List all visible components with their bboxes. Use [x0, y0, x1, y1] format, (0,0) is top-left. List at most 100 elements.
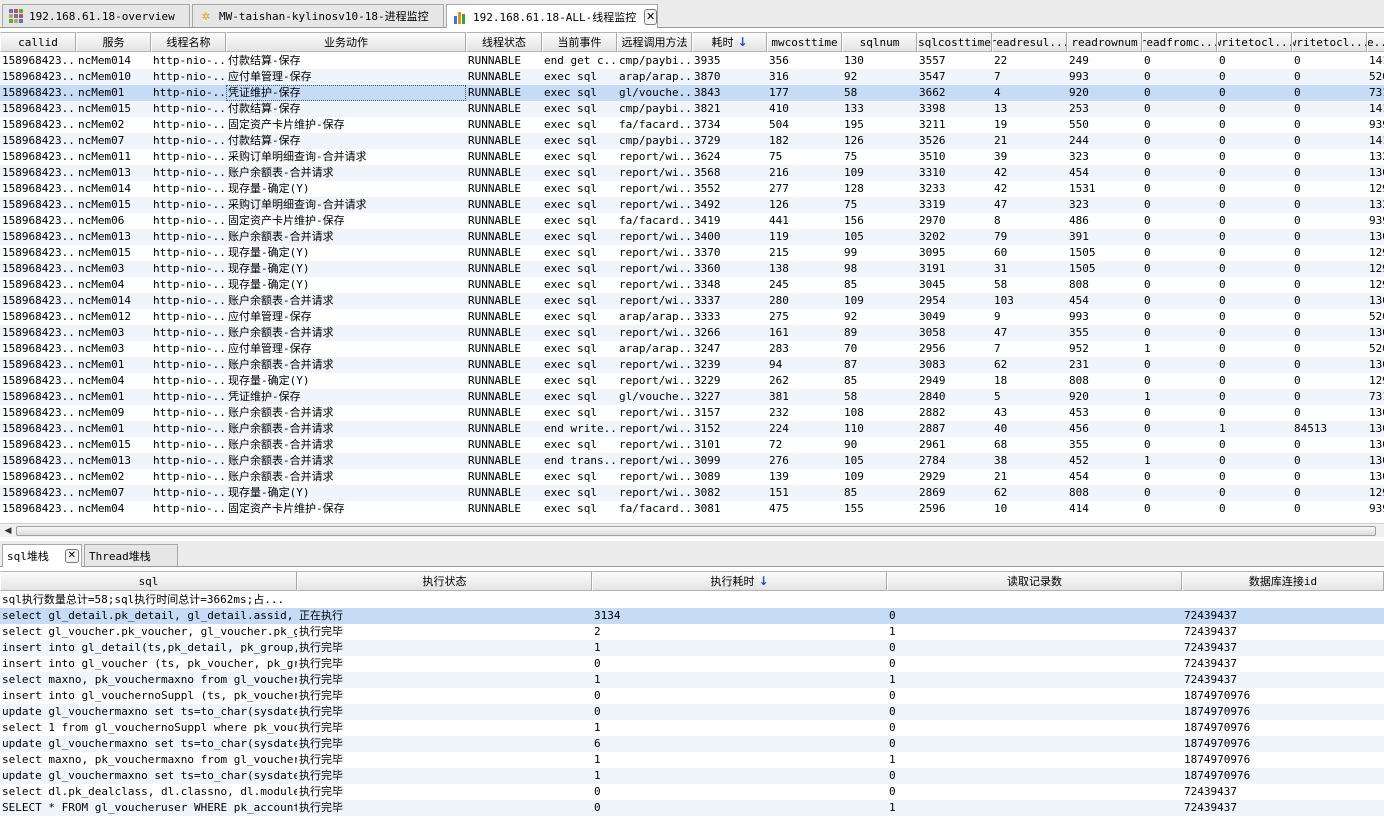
column-header-exec-state[interactable]: 执行状态	[297, 571, 592, 591]
table-row[interactable]: 158968423... ncMem01 http-nio-... 账户余额表-合并请…	[0, 421, 1384, 437]
tab-thread-stack[interactable]: Thread堆栈	[84, 544, 178, 566]
column-header-service[interactable]: 服务	[76, 32, 151, 52]
table-row[interactable]: 158968423... ncMem014 http-nio-... 账户余额表-合并…	[0, 293, 1384, 309]
column-header-business-action[interactable]: 业务动作	[226, 32, 466, 52]
table-row[interactable]: 158968423... ncMem09 http-nio-... 账户余额表-合并请…	[0, 405, 1384, 421]
column-header-read-row-num[interactable]: readrownum	[1067, 32, 1142, 52]
table-row[interactable]: 158968423... ncMem02 http-nio-... 固定资产卡片维护-…	[0, 117, 1384, 133]
tab-process-monitor[interactable]: ✲ MW-taishan-kylinosv10-18-进程监控	[192, 4, 444, 27]
cell-exec-time: 1	[594, 641, 601, 654]
table-row[interactable]: 158968423... ncMem07 http-nio-... 付款结算-保存 RU…	[0, 133, 1384, 149]
column-header-sql-num[interactable]: sqlnum	[842, 32, 917, 52]
table-row[interactable]: 158968423... ncMem03 http-nio-... 现存量-确定(Y)…	[0, 261, 1384, 277]
column-header-callid[interactable]: callid	[0, 32, 76, 52]
table-row[interactable]: 158968423... ncMem012 http-nio-... 应付单管理-保存…	[0, 309, 1384, 325]
table-row[interactable]: 158968423... ncMem014 http-nio-... 现存量-确定(Y…	[0, 181, 1384, 197]
column-header-write-to-client-bytes[interactable]: writetocl...	[1292, 32, 1367, 52]
table-row[interactable]: 158968423... ncMem011 http-nio-... 采购订单明细查询…	[0, 149, 1384, 165]
table-row[interactable]: 158968423... ncMem04 http-nio-... 现存量-确定(Y)…	[0, 277, 1384, 293]
table-row[interactable]: insert into gl_voucher (ts, pk_voucher, …	[0, 656, 1384, 672]
cell-callid: 158968423...	[2, 310, 76, 323]
table-row[interactable]: 158968423... ncMem015 http-nio-... 采购订单明细查询…	[0, 197, 1384, 213]
cell-callid: 158968423...	[2, 278, 76, 291]
table-row[interactable]: 158968423... ncMem013 http-nio-... 账户余额表-合并…	[0, 229, 1384, 245]
table-row[interactable]: 158968423... ncMem01 http-nio-... 账户余额表-合并请…	[0, 357, 1384, 373]
scroll-left-icon[interactable]: ◀	[2, 525, 14, 537]
tab-thread-monitor[interactable]: 192.168.61.18-ALL-线程监控 ✕	[446, 4, 658, 28]
cell-service: ncMem01	[78, 358, 125, 371]
table-row[interactable]: insert into gl_vouchernoSuppl (ts, pk_vo…	[0, 688, 1384, 704]
cell-write-to-client: 0	[1219, 54, 1226, 67]
cell-mw-cost-time: 276	[769, 454, 789, 467]
column-header-thread-state[interactable]: 线程状态	[466, 32, 542, 52]
column-header-sql[interactable]: sql	[0, 571, 297, 591]
column-header-extra[interactable]: re...	[1367, 32, 1384, 52]
table-row[interactable]: 158968423... ncMem013 http-nio-... 账户余额表-合并…	[0, 453, 1384, 469]
table-row[interactable]: select maxno, pk_vouchermaxno from gl_vo…	[0, 752, 1384, 768]
cell-read-count: 1	[889, 753, 896, 766]
table-row[interactable]: 158968423... ncMem010 http-nio-... 应付单管理-保存…	[0, 69, 1384, 85]
cell-callid: 158968423...	[2, 118, 76, 131]
tab-overview[interactable]: 192.168.61.18-overview	[2, 4, 190, 27]
column-header-exec-time[interactable]: 执行耗时 ↓	[592, 571, 887, 591]
table-row[interactable]: select maxno, pk_vouchermaxno from gl_vo…	[0, 672, 1384, 688]
column-header-mw-cost-time[interactable]: mwcosttime	[767, 32, 842, 52]
table-row[interactable]: 158968423... ncMem01 http-nio-... 凭证维护-保存 RU…	[0, 389, 1384, 405]
table-row[interactable]: 158968423... ncMem07 http-nio-... 现存量-确定(Y)…	[0, 485, 1384, 501]
cell-cost-time: 3157	[694, 406, 721, 419]
column-header-current-event[interactable]: 当前事件	[542, 32, 617, 52]
column-header-read-from-client[interactable]: readfromc...	[1142, 32, 1217, 52]
cell-business-action: 账户余额表-合并请求	[228, 326, 334, 339]
table-row[interactable]: 158968423... ncMem013 http-nio-... 账户余额表-合并…	[0, 165, 1384, 181]
table-row[interactable]: select gl_voucher.pk_voucher, gl_voucher…	[0, 624, 1384, 640]
cell-service: ncMem015	[78, 438, 131, 451]
table-row[interactable]: 158968423... ncMem04 http-nio-... 现存量-确定(Y)…	[0, 373, 1384, 389]
table-row[interactable]: 158968423... ncMem01 http-nio-... 凭证维护-保存 RU…	[0, 85, 1384, 101]
table-row[interactable]: 158968423... ncMem03 http-nio-... 应付单管理-保存 R…	[0, 341, 1384, 357]
table-row[interactable]: 158968423... ncMem03 http-nio-... 账户余额表-合并请…	[0, 325, 1384, 341]
tab-sql-stack[interactable]: sql堆栈 ✕	[2, 544, 82, 567]
table-row[interactable]: 158968423... ncMem02 http-nio-... 账户余额表-合并请…	[0, 469, 1384, 485]
table-row[interactable]: SELECT * FROM gl_voucheruser WHERE pk_ac…	[0, 800, 1384, 816]
horizontal-scrollbar[interactable]: ◀	[0, 523, 1384, 537]
table-row[interactable]: 158968423... ncMem015 http-nio-... 付款结算-保存 R…	[0, 101, 1384, 117]
cell-callid: 158968423...	[2, 214, 76, 227]
cell-read-row-num: 244	[1069, 134, 1089, 147]
column-header-read-count[interactable]: 读取记录数	[887, 571, 1182, 591]
cell-mw-cost-time: 277	[769, 182, 789, 195]
close-icon[interactable]: ✕	[644, 8, 657, 25]
table-row[interactable]: 158968423... ncMem06 http-nio-... 固定资产卡片维护-…	[0, 213, 1384, 229]
summary-row[interactable]: sql执行数量总计=58;sql执行时间总计=3662ms;占...	[0, 592, 1384, 608]
column-header-write-to-client[interactable]: writetocl...	[1217, 32, 1292, 52]
cell-mw-cost-time: 119	[769, 230, 789, 243]
sql-table-header: sql 执行状态 执行耗时 ↓ 读取记录数 数据库连接id	[0, 571, 1384, 591]
table-row[interactable]: 158968423... ncMem015 http-nio-... 账户余额表-合并…	[0, 437, 1384, 453]
table-row[interactable]: select gl_detail.pk_detail, gl_detail.as…	[0, 608, 1384, 624]
cell-exec-time: 1	[594, 753, 601, 766]
cell-callid: 158968423...	[2, 102, 76, 115]
column-header-sql-cost-time[interactable]: sqlcosttime	[917, 32, 992, 52]
cell-sql-num: 155	[844, 502, 864, 515]
cell-read-result: 39	[994, 150, 1008, 163]
table-row[interactable]: select dl.pk_dealclass, dl.classno, dl.m…	[0, 784, 1384, 800]
table-row[interactable]: update gl_vouchermaxno set ts=to_char(sy…	[0, 704, 1384, 720]
column-header-label: 远程调用方法	[621, 36, 688, 49]
table-row[interactable]: update gl_vouchermaxno set ts=to_char(sy…	[0, 768, 1384, 784]
column-header-db-connection-id[interactable]: 数据库连接id	[1182, 571, 1384, 591]
table-row[interactable]: select 1 from gl_vouchernoSuppl where pk…	[0, 720, 1384, 736]
cell-read-from-client: 0	[1144, 54, 1151, 67]
table-row[interactable]: 158968423... ncMem014 http-nio-... 付款结算-保存 R…	[0, 53, 1384, 69]
table-row[interactable]: 158968423... ncMem015 http-nio-... 现存量-确定(Y…	[0, 245, 1384, 261]
column-header-label: writetocl...	[1292, 35, 1367, 49]
column-header-thread-name[interactable]: 线程名称	[151, 32, 226, 52]
column-header-cost-time[interactable]: 耗时 ↓	[692, 32, 767, 52]
column-header-remote-method[interactable]: 远程调用方法	[617, 32, 692, 52]
column-header-read-result[interactable]: readresul...	[992, 32, 1067, 52]
table-row[interactable]: update gl_vouchermaxno set ts=to_char(sy…	[0, 736, 1384, 752]
table-row[interactable]: 158968423... ncMem04 http-nio-... 固定资产卡片维护-…	[0, 501, 1384, 517]
cell-write-to-client-bytes: 0	[1294, 342, 1301, 355]
cell-write-to-client-bytes: 0	[1294, 86, 1301, 99]
scrollbar-thumb[interactable]	[16, 526, 1376, 536]
close-icon[interactable]: ✕	[64, 549, 79, 563]
table-row[interactable]: insert into gl_detail(ts,pk_detail, pk_g…	[0, 640, 1384, 656]
